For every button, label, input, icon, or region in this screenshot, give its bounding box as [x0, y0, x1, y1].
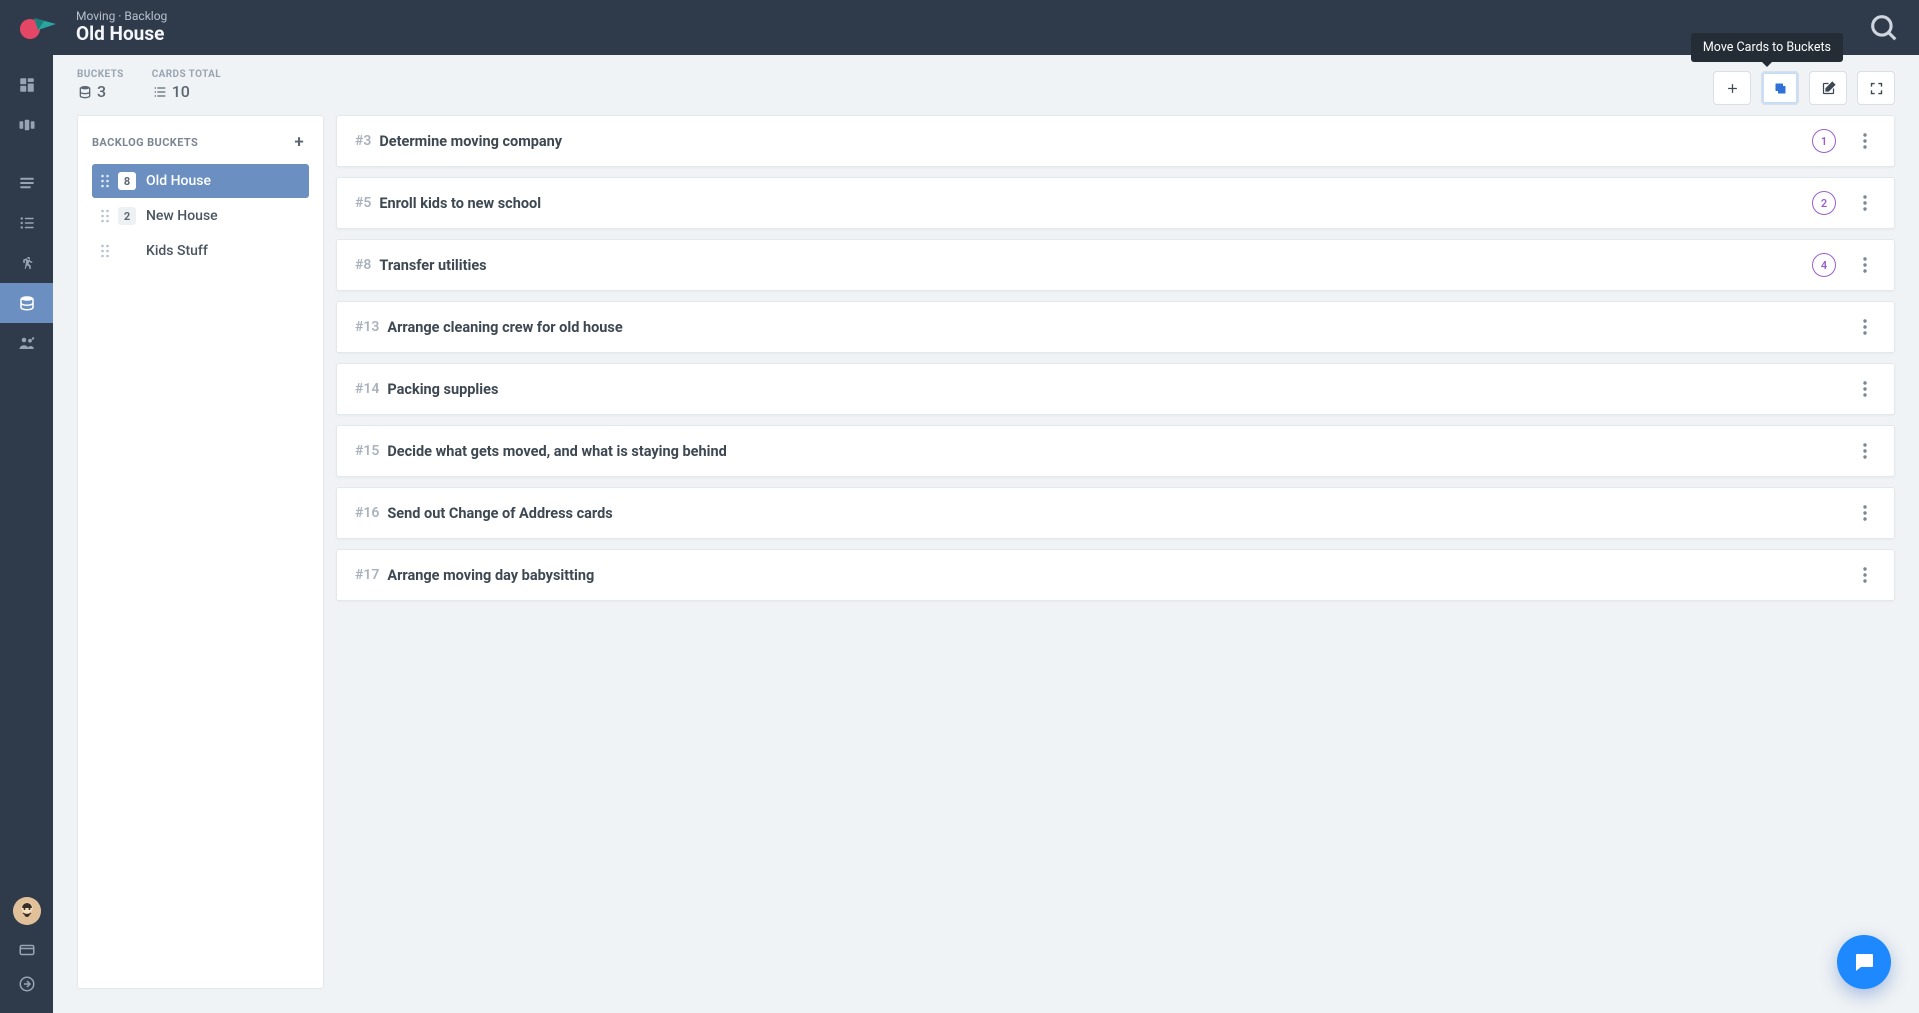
edit-button[interactable] [1809, 71, 1847, 105]
priority-badge: 2 [1812, 191, 1836, 215]
chat-fab[interactable] [1837, 935, 1891, 989]
card-id: #5 [355, 195, 371, 211]
card-id: #17 [355, 567, 379, 583]
card-id: #8 [355, 257, 371, 273]
left-rail [0, 55, 53, 1013]
card-menu-button[interactable] [1854, 440, 1876, 462]
grip-icon[interactable] [100, 209, 110, 223]
card-title: Determine moving company [379, 133, 1812, 150]
grip-icon[interactable] [100, 174, 110, 188]
card-menu-button[interactable] [1854, 130, 1876, 152]
fullscreen-button[interactable] [1857, 71, 1895, 105]
card-title: Packing supplies [387, 381, 1854, 398]
cards-list: #3 Determine moving company1 #5 Enroll kids… [336, 115, 1895, 989]
rail-billing[interactable] [0, 933, 53, 967]
card-row[interactable]: #14 Packing supplies [336, 363, 1895, 415]
card-menu-button[interactable] [1854, 378, 1876, 400]
stat-cards-label: CARDS TOTAL [152, 69, 221, 80]
bucket-count: 2 [118, 207, 136, 225]
card-menu-button[interactable] [1854, 254, 1876, 276]
bucket-name: Old House [146, 173, 211, 189]
add-card-button[interactable] [1713, 71, 1751, 105]
rail-backlog[interactable] [0, 283, 53, 323]
search-button[interactable] [1867, 11, 1901, 45]
tooltip-move-cards: Move Cards to Buckets [1691, 33, 1843, 62]
card-title: Arrange cleaning crew for old house [387, 319, 1854, 336]
card-row[interactable]: #13 Arrange cleaning crew for old house [336, 301, 1895, 353]
user-avatar[interactable] [13, 897, 41, 925]
card-row[interactable]: #17 Arrange moving day babysitting [336, 549, 1895, 601]
rail-dashboard[interactable] [0, 65, 53, 105]
buckets-panel-title: BACKLOG BUCKETS [92, 136, 198, 149]
bucket-name: New House [146, 208, 218, 224]
add-bucket-button[interactable]: + [289, 132, 309, 152]
stat-buckets-value: 3 [97, 82, 106, 101]
card-menu-button[interactable] [1854, 564, 1876, 586]
priority-badge: 4 [1812, 253, 1836, 277]
breadcrumb[interactable]: Moving · Backlog [76, 10, 167, 24]
toolbar: Move Cards to Buckets [1713, 71, 1895, 105]
card-id: #13 [355, 319, 379, 335]
grip-icon[interactable] [100, 244, 110, 258]
app-logo[interactable] [18, 14, 58, 42]
card-id: #16 [355, 505, 379, 521]
priority-badge: 1 [1812, 129, 1836, 153]
rail-menu[interactable] [0, 163, 53, 203]
bucket-item[interactable]: 8 Old House [92, 164, 309, 198]
card-row[interactable]: #5 Enroll kids to new school2 [336, 177, 1895, 229]
rail-list[interactable] [0, 203, 53, 243]
rail-boards[interactable] [0, 105, 53, 145]
rail-logout[interactable] [0, 967, 53, 1001]
card-id: #14 [355, 381, 379, 397]
card-title: Transfer utilities [379, 257, 1812, 274]
card-row[interactable]: #3 Determine moving company1 [336, 115, 1895, 167]
card-title: Enroll kids to new school [379, 195, 1812, 212]
bucket-item[interactable]: Kids Stuff [92, 234, 309, 268]
move-cards-button[interactable] [1761, 71, 1799, 105]
card-row[interactable]: #16 Send out Change of Address cards [336, 487, 1895, 539]
card-menu-button[interactable] [1854, 316, 1876, 338]
bucket-count: 8 [118, 172, 136, 190]
stat-buckets-label: BUCKETS [77, 69, 124, 80]
rail-sprint[interactable] [0, 243, 53, 283]
card-title: Decide what gets moved, and what is stay… [387, 443, 1854, 460]
list-icon [152, 84, 168, 100]
card-id: #3 [355, 133, 371, 149]
card-id: #15 [355, 443, 379, 459]
card-title: Send out Change of Address cards [387, 505, 1854, 522]
card-menu-button[interactable] [1854, 192, 1876, 214]
top-bar: Moving · Backlog Old House [0, 0, 1919, 55]
card-row[interactable]: #8 Transfer utilities4 [336, 239, 1895, 291]
page-title: Old House [76, 23, 167, 45]
database-icon [77, 84, 93, 100]
buckets-panel: BACKLOG BUCKETS + 8 Old House 2 New House Ki… [77, 115, 324, 989]
stat-cards-value: 10 [172, 82, 190, 101]
main-area: BUCKETS 3 CARDS TOTAL 10 Move Cards to B… [53, 55, 1919, 1013]
stat-buckets: BUCKETS 3 [77, 69, 124, 101]
card-menu-button[interactable] [1854, 502, 1876, 524]
card-row[interactable]: #15 Decide what gets moved, and what is s… [336, 425, 1895, 477]
rail-team[interactable] [0, 323, 53, 363]
card-title: Arrange moving day babysitting [387, 567, 1854, 584]
bucket-name: Kids Stuff [146, 243, 208, 259]
bucket-item[interactable]: 2 New House [92, 199, 309, 233]
stat-cards: CARDS TOTAL 10 [152, 69, 221, 101]
